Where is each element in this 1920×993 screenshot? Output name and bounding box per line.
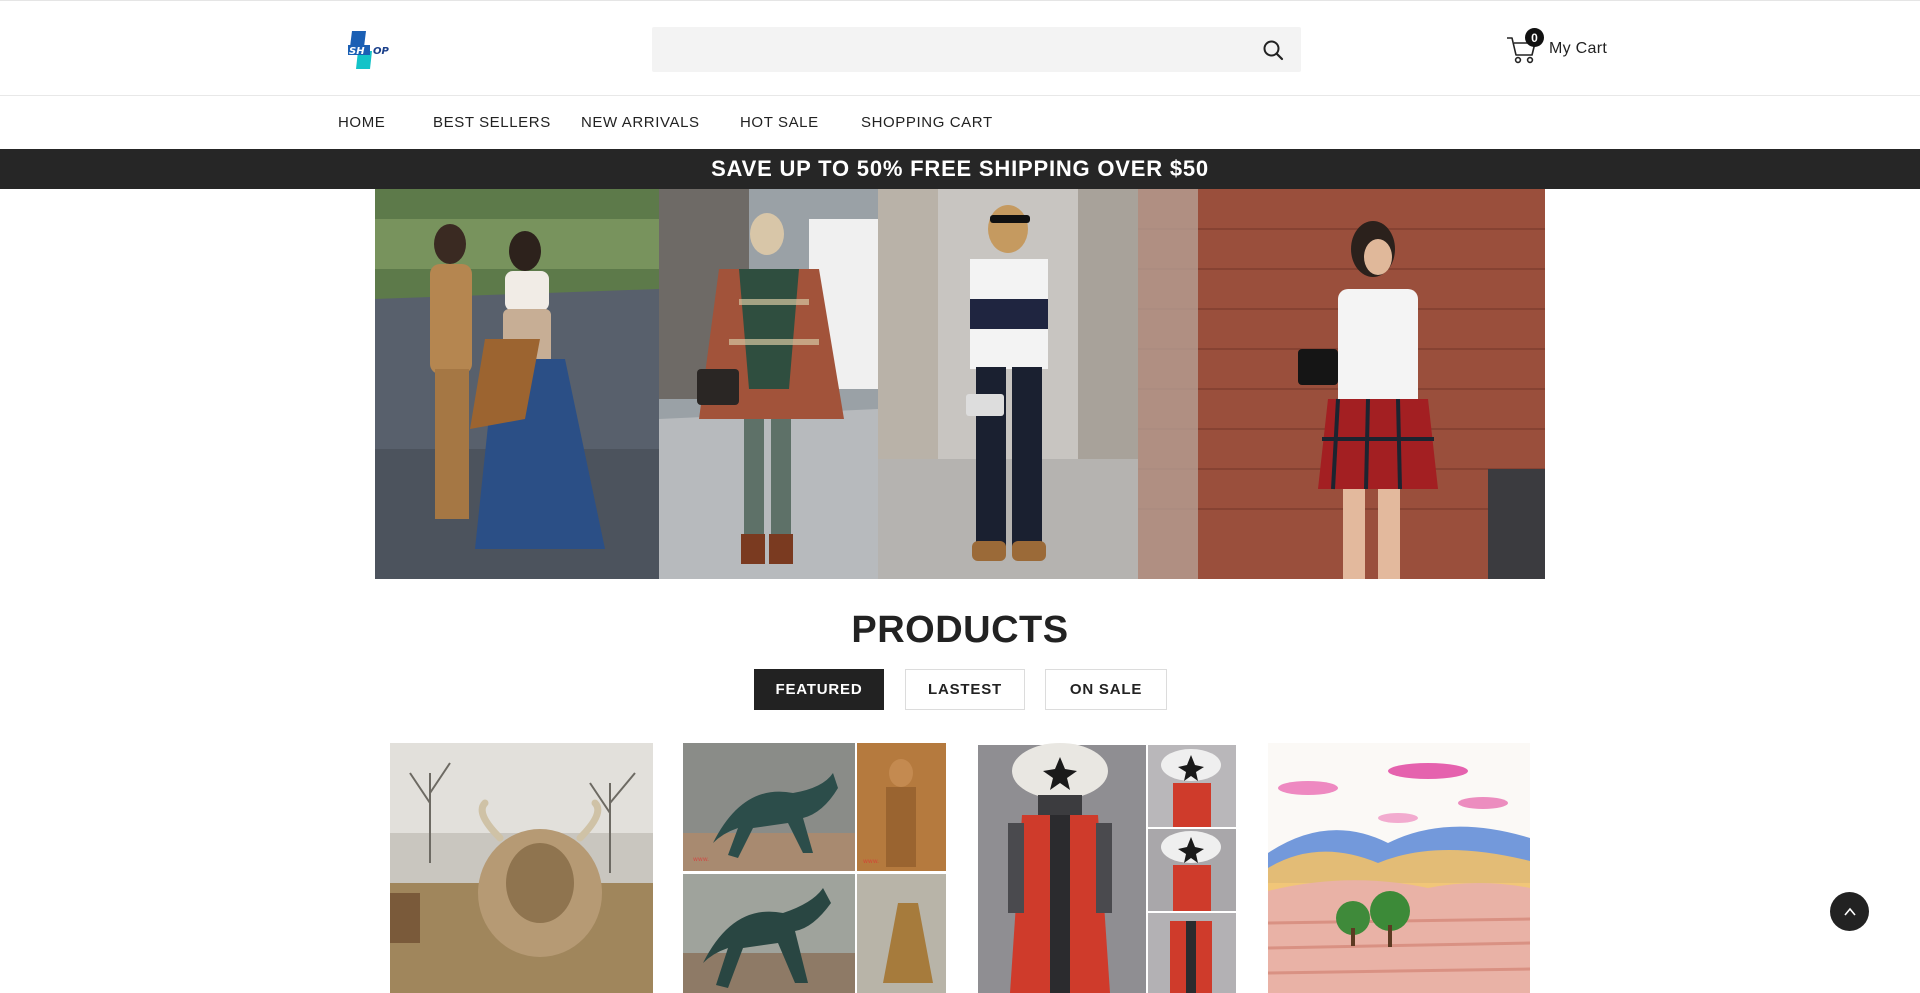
hero-image-plaid-poncho	[659, 189, 878, 579]
tab-on-sale[interactable]: ON SALE	[1045, 669, 1167, 710]
tab-featured[interactable]: FEATURED	[754, 669, 884, 710]
main-nav: HOME BEST SELLERS NEW ARRIVALS HOT SALE …	[0, 96, 1920, 149]
product-image	[390, 743, 653, 993]
site-header: SH OP 0 My Cart	[0, 0, 1920, 96]
search-input[interactable]	[652, 27, 1301, 72]
nav-item-new-arrivals[interactable]: NEW ARRIVALS	[581, 114, 700, 131]
hero-image-white-tee-plaid	[1138, 189, 1545, 579]
back-to-top-button[interactable]	[1830, 892, 1869, 931]
nav-item-home[interactable]: HOME	[338, 114, 385, 131]
product-card-highland-cow[interactable]	[390, 743, 653, 993]
hero-image-street-style	[375, 189, 659, 579]
svg-text:SH: SH	[349, 46, 365, 57]
hero-banner[interactable]	[375, 189, 1545, 579]
chevron-up-icon	[1843, 907, 1856, 916]
product-image	[978, 743, 1236, 993]
shop-logo[interactable]: SH OP	[346, 29, 400, 71]
product-card-watercolor-landscape[interactable]	[1268, 743, 1530, 993]
cart-button[interactable]: 0 My Cart	[1505, 28, 1608, 69]
tab-lastest[interactable]: LASTEST	[905, 669, 1025, 710]
page: SH OP 0 My Cart HOME BEST SELLERS NEW AR…	[0, 0, 1920, 993]
promo-banner: SAVE UP TO 50% FREE SHIPPING OVER $50	[0, 149, 1920, 189]
nav-item-shopping-cart[interactable]: SHOPPING CART	[861, 114, 993, 131]
products-heading: PRODUCTS	[851, 609, 1069, 651]
product-card-red-armor-figure[interactable]	[978, 743, 1236, 993]
product-image	[1268, 743, 1530, 993]
cart-count-badge: 0	[1525, 28, 1544, 47]
search-icon[interactable]	[1262, 39, 1284, 61]
hero-image-striped-tee	[878, 189, 1138, 579]
svg-text:www.: www.	[693, 856, 709, 863]
nav-item-hot-sale[interactable]: HOT SALE	[740, 114, 819, 131]
svg-text:OP: OP	[373, 46, 390, 57]
svg-text:www.: www.	[863, 858, 879, 865]
cart-icon: 0	[1505, 28, 1544, 66]
product-image: www. www.	[683, 743, 946, 993]
product-card-horse-statues[interactable]: www. www.	[683, 743, 946, 993]
promo-text: SAVE UP TO 50% FREE SHIPPING OVER $50	[711, 156, 1209, 181]
cart-label: My Cart	[1549, 40, 1608, 57]
nav-item-best-sellers[interactable]: BEST SELLERS	[433, 114, 551, 131]
